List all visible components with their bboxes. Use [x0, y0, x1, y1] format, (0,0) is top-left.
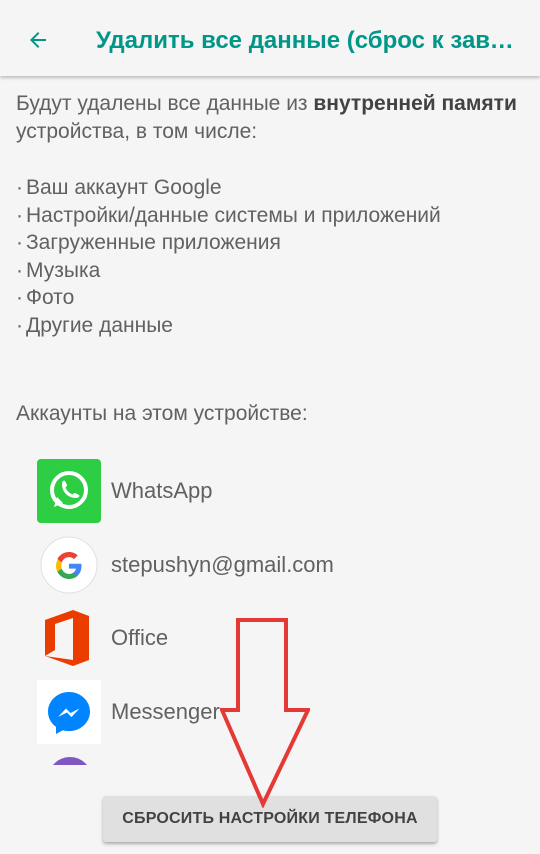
list-item: · Ваш аккаунт Google — [16, 176, 222, 199]
account-google: stepushyn@gmail.com — [37, 533, 334, 597]
messenger-icon — [37, 680, 101, 744]
intro-after: устройства, в том числе: — [16, 120, 258, 143]
list-item: · Музыка — [16, 258, 101, 282]
account-whatsapp: WhatsApp — [37, 459, 213, 523]
list-item-label: Другие данные — [26, 313, 173, 337]
accounts-label: Аккаунты на этом устройстве: — [16, 402, 308, 425]
content: Будут удалены все данные из внутренней п… — [16, 90, 524, 425]
account-label: Messenger — [111, 699, 220, 724]
list-item: · Настройки/данные системы и приложений — [16, 203, 441, 227]
intro-before: Будут удалены все данные из — [16, 92, 314, 115]
account-label: Office — [111, 625, 169, 650]
intro-text: Будут удалены все данные из внутренней п… — [16, 90, 524, 146]
list-item-label: Загруженные приложения — [26, 231, 281, 254]
list-item-label: Музыка — [26, 258, 101, 282]
whatsapp-icon — [37, 459, 101, 523]
list-item-label: Фото — [26, 286, 75, 309]
account-label: stepushyn@gmail.com — [111, 552, 334, 577]
arrow-back-icon — [30, 32, 46, 48]
list-item: · Другие данные — [16, 313, 173, 337]
data-list: · Ваш аккаунт Google · Настройки/данные си… — [16, 174, 441, 339]
list-item-label: Ваш аккаунт Google — [26, 176, 222, 199]
partial-account-icon — [47, 755, 93, 765]
list-item: · Фото — [16, 286, 75, 309]
back-button[interactable] — [18, 20, 58, 60]
arrow-down-annotation — [220, 618, 310, 808]
list-item-label: Настройки/данные системы и приложений — [26, 203, 441, 227]
account-label: WhatsApp — [111, 478, 213, 503]
intro-bold: внутренней памяти — [313, 92, 517, 115]
app-bar: Удалить все данные (сброс к заводским на… — [0, 0, 540, 76]
office-icon — [37, 606, 101, 670]
account-messenger: Messenger — [37, 680, 220, 744]
google-icon — [37, 533, 101, 597]
page-title: Удалить все данные (сброс к заводским на… — [96, 27, 516, 54]
list-item: · Загруженные приложения — [16, 231, 281, 254]
account-office: Office — [37, 606, 168, 670]
